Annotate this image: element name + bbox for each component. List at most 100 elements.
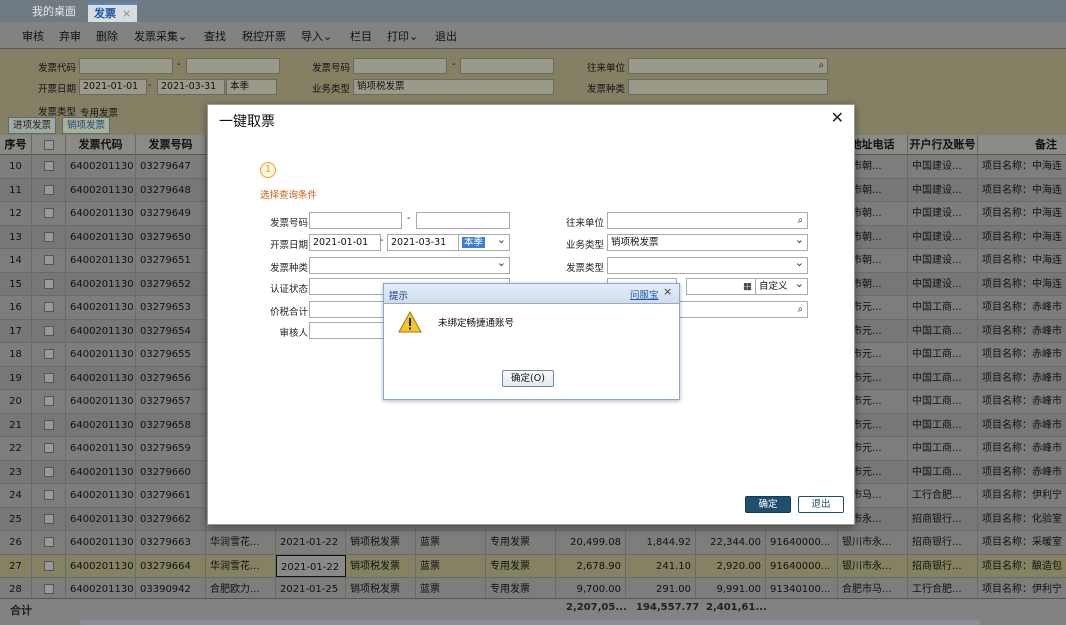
table-row[interactable]: 27 6400201130 03279664 华润雪花... 2021-01-22 销项税…: [0, 554, 1066, 578]
alert-ok-button[interactable]: 确定(O): [502, 370, 554, 387]
cell-amt: 20,499.08: [556, 531, 626, 554]
calendar-icon[interactable]: ▦: [743, 279, 752, 294]
delete-button[interactable]: 删除: [96, 28, 118, 44]
search-icon[interactable]: ⌕: [819, 59, 824, 73]
help-link[interactable]: 问服宝: [630, 287, 659, 301]
date-label: 开票日期: [269, 240, 308, 251]
biz-type-value: 销项税发票: [611, 237, 659, 248]
print-menu[interactable]: 打印⌄: [387, 28, 418, 44]
partner-input[interactable]: ⌕: [607, 212, 808, 229]
close-icon[interactable]: ×: [122, 7, 131, 20]
exit-button[interactable]: 退出: [435, 28, 457, 44]
cell-code: 6400201130: [66, 554, 136, 577]
row-checkbox[interactable]: [43, 231, 54, 242]
row-checkbox[interactable]: [43, 466, 54, 477]
period-select[interactable]: 本季: [226, 79, 277, 95]
row-checkbox[interactable]: [43, 396, 54, 406]
type-select[interactable]: [607, 257, 808, 274]
cell-kind: 专用发票: [486, 531, 556, 554]
kind-select[interactable]: [309, 257, 510, 274]
table-row[interactable]: 28 6400201130 03390942 合肥欧力... 2021-01-25 销项税…: [0, 578, 1066, 600]
exit-button[interactable]: 退出: [798, 496, 844, 513]
invoice-code-from-input[interactable]: [79, 58, 173, 74]
tab-invoice[interactable]: 发票 ×: [88, 3, 138, 22]
invoice-no-from-input[interactable]: [353, 58, 447, 74]
row-checkbox[interactable]: [43, 255, 54, 265]
cell-seq: 12: [0, 202, 32, 225]
tax-control-issue-button[interactable]: 税控开票: [242, 28, 286, 44]
cell-taxid: 91640000...: [766, 531, 838, 554]
cell-note: 项目名称：伊利宁: [978, 484, 1066, 507]
row-checkbox-cell: [32, 343, 66, 366]
invoice-collect-menu[interactable]: 发票采集⌄: [134, 28, 187, 44]
row-checkbox[interactable]: [43, 278, 54, 289]
row-checkbox[interactable]: [43, 537, 54, 547]
partner-input[interactable]: ⌕: [628, 58, 828, 74]
cell-note: 项目名称：采暖室: [978, 531, 1066, 554]
cell-bank: 中国工商...: [908, 390, 978, 413]
date-to-input[interactable]: 2021-03-31: [157, 79, 225, 95]
cell-no: 03279648: [136, 178, 206, 201]
cell-note: 项目名称：中海连: [978, 155, 1066, 178]
warning-icon: [398, 311, 422, 333]
import-menu[interactable]: 导入⌄: [301, 28, 332, 44]
row-checkbox[interactable]: [43, 372, 54, 383]
invoice-no-to-input[interactable]: [460, 58, 554, 74]
confirm-button[interactable]: 确定: [745, 496, 791, 513]
row-checkbox[interactable]: [43, 490, 54, 500]
search-icon[interactable]: ⌕: [798, 213, 803, 228]
amount-label: 价税合计: [269, 307, 308, 318]
row-checkbox[interactable]: [43, 584, 54, 594]
cell-code: 6400201130: [66, 460, 136, 483]
horizontal-scrollbar[interactable]: [80, 620, 980, 625]
columns-button[interactable]: 栏目: [350, 28, 372, 44]
row-checkbox[interactable]: [43, 184, 54, 195]
cell-color: 蓝票: [416, 531, 486, 554]
tab-my-desktop[interactable]: 我的桌面: [26, 3, 82, 22]
row-checkbox-cell: [32, 554, 66, 577]
biz-type-select[interactable]: 销项税发票: [353, 79, 554, 95]
date-from-input[interactable]: 2021-01-01: [309, 234, 381, 251]
row-checkbox[interactable]: [43, 349, 54, 359]
row-checkbox[interactable]: [43, 208, 54, 218]
input-invoice-button[interactable]: 进项发票: [8, 117, 57, 134]
close-icon[interactable]: ✕: [831, 108, 844, 127]
find-button[interactable]: 查找: [204, 28, 226, 44]
invoice-no-to-input[interactable]: [416, 212, 510, 229]
cell-no: 03279660: [136, 460, 206, 483]
cell-note: 项目名称：赤峰市: [978, 461, 1066, 484]
cell-no: 03279663: [136, 531, 206, 554]
row-checkbox[interactable]: [43, 161, 54, 171]
col-check[interactable]: [32, 135, 66, 155]
row-checkbox[interactable]: [43, 419, 54, 430]
search-icon[interactable]: ⌕: [798, 302, 803, 317]
cert-period-select[interactable]: 自定义: [755, 278, 808, 295]
row-checkbox[interactable]: [43, 443, 54, 453]
output-invoice-button[interactable]: 销项发票: [62, 117, 111, 134]
cell-note: 项目名称：伊利宁: [978, 578, 1066, 600]
cert-date-to-input[interactable]: ▦: [686, 278, 756, 295]
date-from-input[interactable]: 2021-01-01: [79, 79, 147, 95]
cell-buyer: 华润雪花...: [206, 531, 276, 554]
cell-kind: 专用发票: [486, 578, 556, 600]
row-checkbox[interactable]: [43, 325, 54, 336]
invoice-code-to-input[interactable]: [186, 58, 280, 74]
unreview-button[interactable]: 弃审: [59, 28, 81, 44]
row-checkbox[interactable]: [43, 513, 54, 524]
cell-no: 03279658: [136, 413, 206, 436]
date-to-input[interactable]: 2021-03-31: [387, 234, 459, 251]
alert-title: 提示: [389, 291, 409, 302]
table-row[interactable]: 26 6400201130 03279663 华润雪花... 2021-01-22 销项税…: [0, 531, 1066, 555]
row-checkbox[interactable]: [43, 560, 54, 571]
review-button[interactable]: 审核: [22, 28, 44, 44]
select-all-checkbox[interactable]: [43, 140, 54, 150]
kind-select[interactable]: [628, 79, 828, 95]
period-select[interactable]: 本季: [458, 234, 510, 251]
cell-note: 项目名称：赤峰市: [978, 296, 1066, 319]
kind-label: 发票种类: [269, 263, 308, 274]
row-checkbox-cell: [32, 249, 66, 272]
invoice-no-from-input[interactable]: [309, 212, 402, 229]
biz-type-select[interactable]: 销项税发票: [607, 234, 808, 251]
close-icon[interactable]: ×: [663, 285, 672, 298]
row-checkbox[interactable]: [43, 302, 54, 312]
